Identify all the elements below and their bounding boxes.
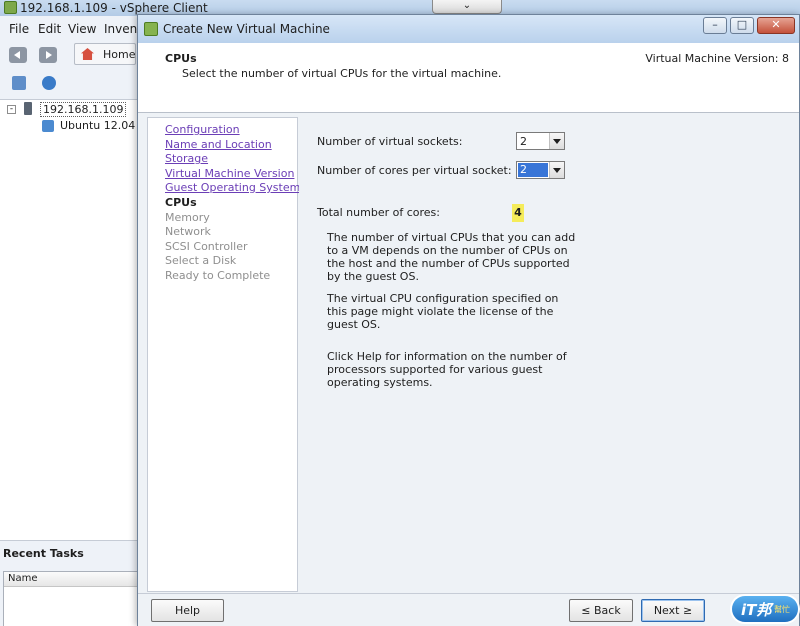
next-button[interactable]: Next ≥ xyxy=(641,599,705,622)
sockets-value: 2 xyxy=(520,135,527,148)
inventory-tree: - 192.168.1.109 Ubuntu 12.04 Se xyxy=(0,100,153,540)
wizard-header: CPUs Select the number of virtual CPUs f… xyxy=(138,43,799,113)
cores-value: 2 xyxy=(518,163,548,177)
back-arrow-icon[interactable] xyxy=(9,47,27,63)
recent-tasks-title: Recent Tasks xyxy=(3,547,84,560)
titlebar-dropdown-button[interactable]: ⌄ xyxy=(432,0,502,14)
cores-per-socket-select[interactable]: 2 xyxy=(516,161,565,179)
menu-view[interactable]: View xyxy=(68,22,96,36)
total-cores-label: Total number of cores: xyxy=(317,206,440,219)
chevron-down-icon[interactable] xyxy=(549,133,564,149)
minimize-button[interactable]: – xyxy=(703,17,727,34)
step-network: Network xyxy=(165,225,211,238)
column-header-name[interactable]: Name xyxy=(4,572,139,587)
info-cpu-limits: The number of virtual CPUs that you can … xyxy=(327,231,576,283)
total-cores-value: 4 xyxy=(512,204,524,222)
tree-collapse-icon[interactable]: - xyxy=(7,105,16,114)
step-vm-version[interactable]: Virtual Machine Version xyxy=(165,167,294,180)
dialog-title: Create New Virtual Machine xyxy=(163,22,330,36)
step-ready-to-complete: Ready to Complete xyxy=(165,269,271,282)
app-toolbar: Home xyxy=(0,40,140,100)
sockets-select[interactable]: 2 xyxy=(516,132,565,150)
step-configuration[interactable]: Configuration xyxy=(165,123,240,136)
app-title: 192.168.1.109 - vSphere Client xyxy=(20,1,208,15)
home-button[interactable]: Home xyxy=(74,43,136,65)
recent-tasks-table: Name xyxy=(3,571,140,626)
menu-edit[interactable]: Edit xyxy=(38,22,61,36)
cpu-settings-panel: Number of virtual sockets: 2 Number of c… xyxy=(299,117,799,592)
step-guest-os[interactable]: Guest Operating System xyxy=(165,181,300,194)
home-icon xyxy=(81,48,94,60)
watermark-sub: 幫忙 xyxy=(774,605,790,614)
wizard-icon xyxy=(144,22,158,36)
tree-item-host[interactable]: 192.168.1.109 xyxy=(40,102,127,117)
vsphere-app-icon xyxy=(4,1,17,14)
virtual-machine-icon xyxy=(42,120,54,132)
forward-arrow-icon[interactable] xyxy=(39,47,57,63)
create-vm-dialog: Create New Virtual Machine – □ ✕ CPUs Se… xyxy=(137,14,800,626)
recent-tasks-panel: Recent Tasks Name xyxy=(0,540,140,626)
chevron-down-icon[interactable] xyxy=(549,162,564,178)
step-select-disk: Select a Disk xyxy=(165,254,237,267)
close-button[interactable]: ✕ xyxy=(757,17,795,34)
dialog-titlebar: Create New Virtual Machine – □ ✕ xyxy=(138,15,799,43)
wizard-footer: Help ≤ Back Next ≥ xyxy=(138,593,799,626)
menu-bar: File Edit View Invent xyxy=(0,16,142,40)
info-help-hint: Click Help for information on the number… xyxy=(327,350,567,389)
page-subtitle: Select the number of virtual CPUs for th… xyxy=(182,67,502,80)
menu-file[interactable]: File xyxy=(9,22,29,36)
sockets-label: Number of virtual sockets: xyxy=(317,135,463,148)
info-license-warning: The virtual CPU configuration specified … xyxy=(327,292,559,331)
step-name-and-location[interactable]: Name and Location xyxy=(165,138,272,151)
help-button[interactable]: Help xyxy=(151,599,224,622)
globe-icon[interactable] xyxy=(42,76,56,90)
step-storage[interactable]: Storage xyxy=(165,152,208,165)
home-label: Home xyxy=(103,48,136,61)
watermark-brand: iT邦 xyxy=(741,601,772,619)
new-vm-icon[interactable] xyxy=(12,76,26,90)
maximize-button[interactable]: □ xyxy=(730,17,754,34)
wizard-steps: Configuration Name and Location Storage … xyxy=(147,117,300,592)
ithome-watermark-logo: iT邦 幫忙 xyxy=(732,596,798,622)
vm-version-label: Virtual Machine Version: 8 xyxy=(645,52,789,65)
step-scsi-controller: SCSI Controller xyxy=(165,240,248,253)
page-title: CPUs xyxy=(165,52,197,65)
step-memory: Memory xyxy=(165,211,210,224)
back-button[interactable]: ≤ Back xyxy=(569,599,633,622)
cores-label: Number of cores per virtual socket: xyxy=(317,164,512,177)
host-server-icon xyxy=(24,102,32,115)
step-cpus: CPUs xyxy=(165,196,197,209)
